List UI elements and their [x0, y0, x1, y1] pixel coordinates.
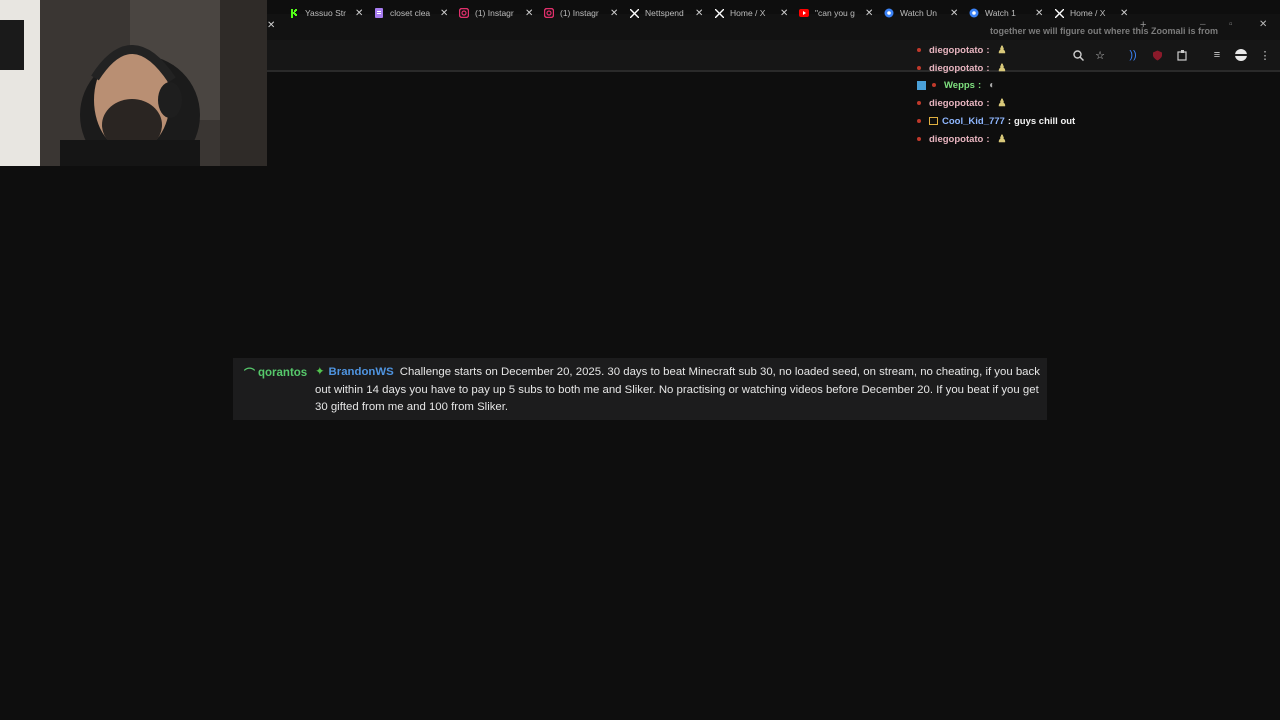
mentioned-user[interactable]: BrandonWS [329, 366, 394, 378]
close-icon[interactable]: ✕ [355, 8, 363, 19]
tab-3[interactable]: (1) Instagr ✕ [544, 6, 618, 20]
close-icon[interactable]: ✕ [440, 8, 448, 19]
sparkle-badge-icon: ✦ [315, 366, 325, 378]
chat-message: diegopotato: ♟ [917, 131, 1007, 147]
potato-emote-icon: ♟ [997, 62, 1007, 74]
pinned-message: ⌒ qorantos ✦ BrandonWS Challenge starts on… [233, 358, 1047, 420]
menu-kebab-icon[interactable]: ⋮ [1258, 48, 1272, 62]
badge-dot-icon [917, 119, 921, 123]
chat-message: diegopotato: ♟ [917, 95, 1007, 111]
pinned-author[interactable]: ⌒ qorantos [244, 365, 307, 381]
tab-6[interactable]: "can you g ✕ [799, 6, 873, 20]
extensions-puzzle-icon[interactable] [1175, 48, 1189, 62]
close-icon[interactable]: ✕ [950, 8, 958, 19]
webcam-overlay [0, 0, 267, 166]
tab-2[interactable]: (1) Instagr ✕ [459, 6, 533, 20]
badge-dot-icon [917, 66, 921, 70]
media-control-icon[interactable]: ≡ [1210, 48, 1224, 62]
chat-username[interactable]: diegopotato [929, 134, 983, 145]
tab-9[interactable]: Home / X ✕ [1054, 6, 1128, 20]
chat-message: Wepps: ◐ [917, 77, 995, 93]
tab-7[interactable]: Watch Un ✕ [884, 6, 958, 20]
x-logo-icon [1054, 8, 1064, 18]
tab-8[interactable]: Watch 1 ✕ [969, 6, 1043, 20]
badge-dot-icon [917, 101, 921, 105]
instagram-icon [459, 8, 469, 18]
watch-icon [969, 8, 979, 18]
tab-0[interactable]: Yassuo Str ✕ [289, 6, 363, 20]
chat-message: diegopotato: ♟ [917, 42, 1007, 58]
extension-shield-icon[interactable] [1150, 48, 1164, 62]
kick-icon [289, 8, 299, 18]
chat-text: guys chill out [1014, 115, 1076, 127]
potato-emote-icon: ♟ [997, 133, 1007, 145]
doc-icon [374, 8, 384, 18]
potato-emote-icon: ♟ [997, 97, 1007, 109]
gift-badge-icon [929, 117, 938, 125]
badge-dot-icon [917, 48, 921, 52]
sub-badge-icon [917, 80, 926, 90]
watch-icon [884, 8, 894, 18]
pinned-author-name: qorantos [258, 367, 308, 379]
maximize-icon[interactable]: ▫ [1229, 19, 1233, 30]
streamer-webcam-image [0, 0, 267, 166]
bookmark-star-icon[interactable]: ☆ [1093, 48, 1107, 62]
chat-username[interactable]: diegopotato [929, 63, 983, 74]
headphones-icon: ⌒ [244, 368, 255, 380]
mouse-emote-icon: ◐ [989, 79, 996, 91]
pinned-message-body: ✦ BrandonWS Challenge starts on December 2… [315, 364, 1041, 417]
x-logo-icon [629, 8, 639, 18]
chat-message: diegopotato: ♟ [917, 60, 1007, 76]
instagram-icon [544, 8, 554, 18]
youtube-icon [799, 8, 809, 18]
x-logo-icon [714, 8, 724, 18]
close-icon[interactable]: ✕ [525, 8, 533, 19]
tab-4[interactable]: Nettspend ✕ [629, 6, 703, 20]
potato-emote-icon: ♟ [997, 44, 1007, 56]
close-icon[interactable]: ✕ [865, 8, 873, 19]
close-icon[interactable]: ✕ [267, 20, 275, 31]
close-icon[interactable]: ✕ [1035, 8, 1043, 19]
close-icon[interactable]: ✕ [1120, 8, 1128, 19]
close-icon[interactable]: ✕ [695, 8, 703, 19]
extension-audio-icon[interactable]: )) [1126, 48, 1140, 62]
badge-dot-icon [917, 137, 921, 141]
tab-1[interactable]: closet clea ✕ [374, 6, 448, 20]
close-icon[interactable]: ✕ [780, 8, 788, 19]
chat-faded-message: together we will figure out where this Z… [990, 26, 1219, 36]
chat-username[interactable]: Cool_Kid_777 [942, 116, 1005, 127]
profile-avatar-icon[interactable] [1234, 48, 1248, 62]
window-close-icon[interactable]: ✕ [1259, 19, 1267, 30]
chat-message: Cool_Kid_777: guys chill out [917, 113, 1075, 129]
pinned-message-text: Challenge starts on December 20, 2025. 3… [315, 366, 1040, 413]
chat-username[interactable]: diegopotato [929, 45, 983, 56]
badge-dot-icon [932, 83, 936, 87]
chat-username[interactable]: Wepps [944, 80, 975, 91]
zoom-icon[interactable] [1071, 48, 1085, 62]
tab-5[interactable]: Home / X ✕ [714, 6, 788, 20]
close-icon[interactable]: ✕ [610, 8, 618, 19]
chat-username[interactable]: diegopotato [929, 98, 983, 109]
